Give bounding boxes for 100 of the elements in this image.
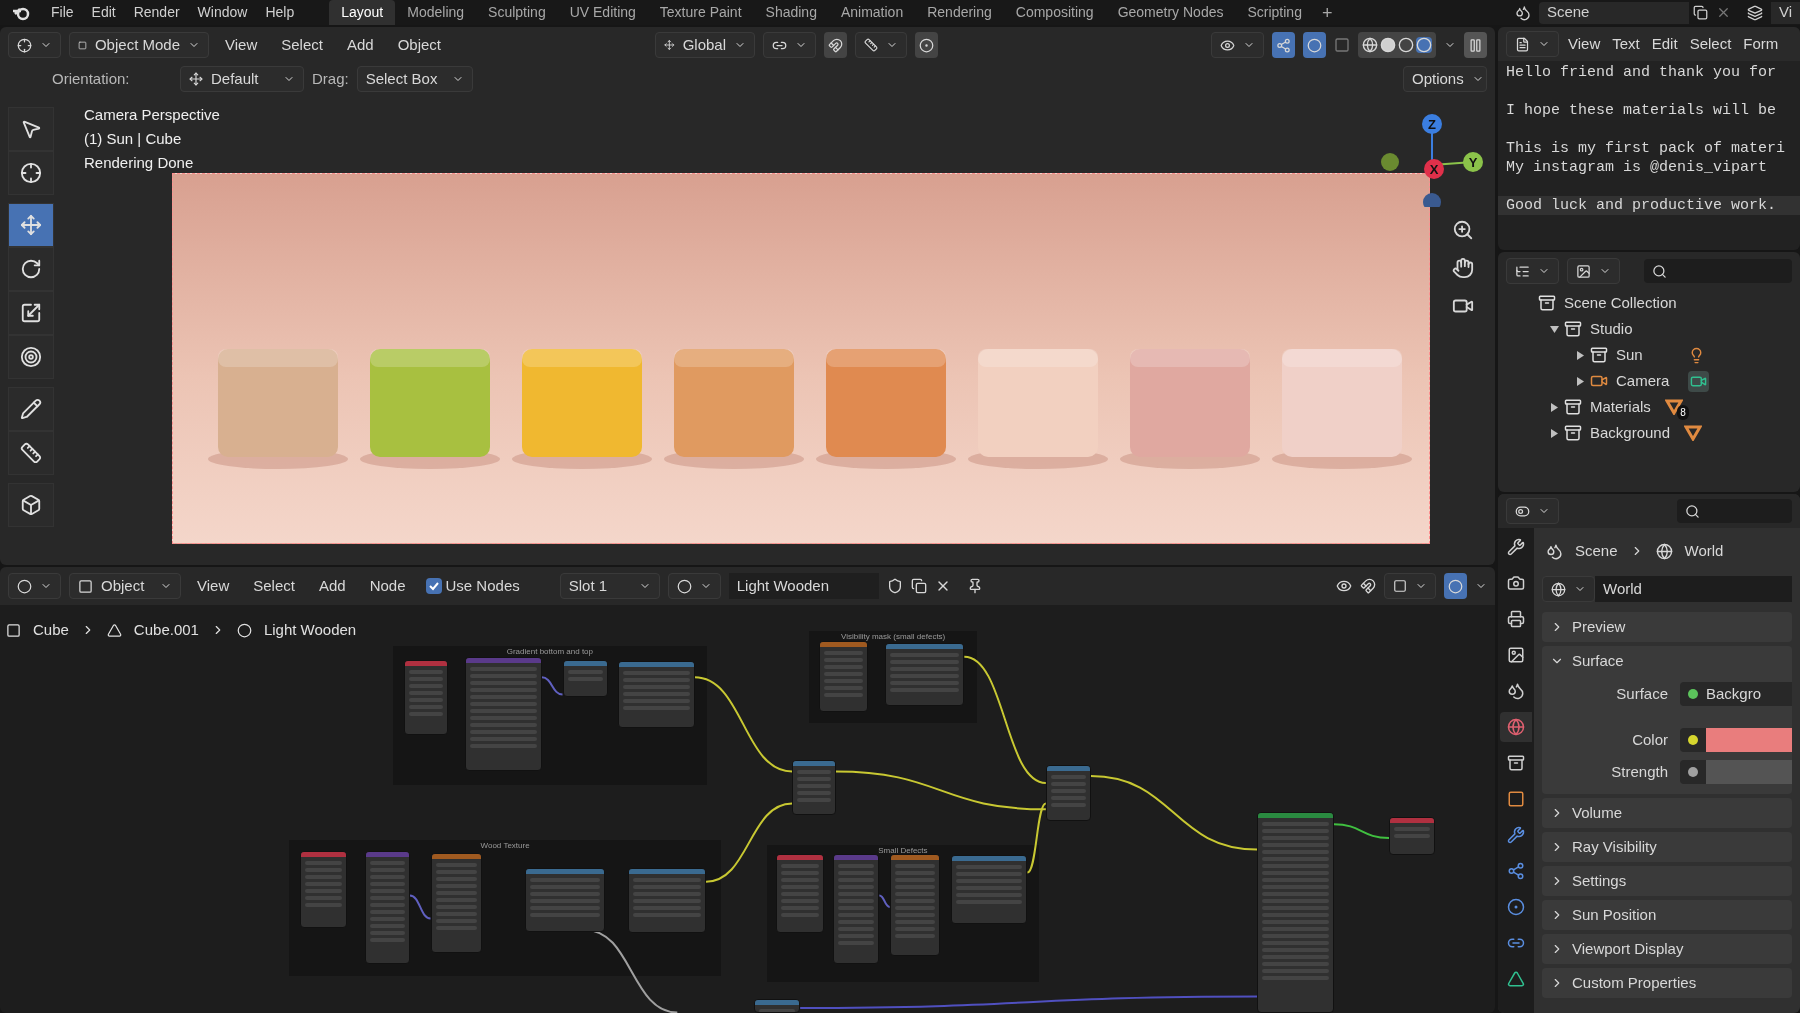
menu-item[interactable]: Edit <box>82 0 125 25</box>
search-field[interactable] <box>1677 499 1792 523</box>
tool-button[interactable] <box>8 431 54 475</box>
expand-arrow-icon[interactable] <box>1575 376 1585 386</box>
menu-item[interactable]: Help <box>256 0 304 25</box>
shading-group[interactable] <box>1358 32 1436 58</box>
outliner-item[interactable]: Background <box>1590 421 1685 445</box>
tool-button[interactable] <box>8 291 54 335</box>
tool-button[interactable] <box>8 483 54 527</box>
expand-arrow-icon[interactable] <box>1549 428 1559 438</box>
expand-arrow-icon[interactable] <box>1575 350 1585 360</box>
shader-node[interactable] <box>404 660 448 735</box>
xray-icon[interactable] <box>1334 37 1350 53</box>
pause-button[interactable] <box>1464 32 1487 58</box>
editor-type-button[interactable] <box>8 573 61 599</box>
axis-handle[interactable]: X <box>1424 159 1444 179</box>
copy-icon[interactable] <box>910 578 927 594</box>
outliner-item[interactable]: Sun <box>1616 343 1688 367</box>
number-field[interactable] <box>1706 760 1792 784</box>
tool-button[interactable] <box>8 107 54 151</box>
shader-node[interactable] <box>1257 811 1334 1013</box>
axis-handle[interactable] <box>1423 193 1441 207</box>
menu-item[interactable]: View <box>217 33 266 57</box>
axis-handle[interactable]: Y <box>1463 152 1483 172</box>
shader-node[interactable] <box>818 640 868 712</box>
outliner-item[interactable]: Materials <box>1590 395 1665 419</box>
menu-item[interactable]: Select <box>273 33 331 57</box>
shader-node[interactable] <box>627 867 706 934</box>
mode-dropdown[interactable]: Object Mode <box>69 32 209 58</box>
shader-node[interactable] <box>833 854 880 965</box>
menu-item[interactable]: Text <box>1609 32 1643 56</box>
shader-node[interactable] <box>562 660 609 697</box>
visibility-button[interactable] <box>1211 32 1264 58</box>
filter-button[interactable] <box>1567 258 1620 284</box>
workspace-tab[interactable]: Scripting <box>1235 0 1314 25</box>
panel-header[interactable]: Preview <box>1542 612 1792 642</box>
menu-item[interactable]: Window <box>188 0 257 25</box>
proportional-button[interactable] <box>915 32 938 58</box>
menu-item[interactable]: View <box>189 574 238 598</box>
snap-target-button[interactable] <box>855 32 907 58</box>
orientation-default-dropdown[interactable]: Default <box>180 66 304 92</box>
display-mode-button[interactable] <box>1506 258 1559 284</box>
scene-field[interactable]: Scene <box>1538 1 1689 24</box>
axis-handle[interactable] <box>1381 153 1399 171</box>
shader-node[interactable] <box>754 998 801 1013</box>
shader-node[interactable] <box>776 854 825 934</box>
workspace-tab[interactable]: Rendering <box>915 0 1004 25</box>
panel-header[interactable]: Custom Properties <box>1542 968 1792 998</box>
snap-button[interactable] <box>824 32 847 58</box>
shader-node[interactable] <box>1389 817 1435 856</box>
outliner-item[interactable]: Studio <box>1590 317 1662 341</box>
magnet-icon[interactable] <box>1360 578 1376 594</box>
shader-node[interactable] <box>464 656 542 772</box>
orientation-dropdown[interactable]: Global <box>655 32 755 58</box>
drag-dropdown[interactable]: Select Box <box>356 66 473 92</box>
axis-handle[interactable]: Z <box>1422 114 1442 134</box>
menu-item[interactable]: Node <box>361 574 414 598</box>
gizmo-button[interactable] <box>1272 32 1295 58</box>
snap-button[interactable] <box>1384 573 1436 599</box>
panel-header[interactable]: Ray Visibility <box>1542 832 1792 862</box>
workspace-tab[interactable]: Animation <box>828 0 916 25</box>
view-layer-field[interactable]: Vi <box>1770 1 1800 24</box>
scene-icon[interactable] <box>1514 4 1531 21</box>
zoom-icon[interactable] <box>1452 219 1474 241</box>
shield-icon[interactable] <box>886 578 903 594</box>
options-dropdown[interactable]: Options <box>1403 66 1487 92</box>
editor-type-button[interactable] <box>1506 498 1559 524</box>
shader-node[interactable] <box>617 661 695 728</box>
menu-item[interactable]: View <box>1565 32 1604 56</box>
world-browse-button[interactable] <box>1542 576 1595 602</box>
shader-node[interactable] <box>792 759 836 816</box>
world-name-field[interactable]: World <box>1595 576 1792 602</box>
workspace-tab[interactable]: Shading <box>753 0 829 25</box>
shader-node[interactable] <box>524 867 605 933</box>
outliner-item[interactable]: Scene Collection <box>1564 291 1691 315</box>
menu-item[interactable]: Add <box>338 33 382 57</box>
workspace-tab[interactable]: UV Editing <box>557 0 648 25</box>
workspace-tab[interactable]: Layout <box>329 0 396 25</box>
color-swatch[interactable] <box>1706 728 1792 752</box>
panel-header[interactable]: Settings <box>1542 866 1792 896</box>
tool-button[interactable] <box>8 203 54 247</box>
object-dropdown[interactable]: Object <box>69 573 181 599</box>
overlay-button[interactable] <box>1444 573 1467 599</box>
menu-item[interactable]: File <box>42 0 83 25</box>
material-browse-button[interactable] <box>667 573 721 599</box>
shader-node[interactable] <box>365 850 410 965</box>
tool-button[interactable] <box>8 335 54 379</box>
workspace-tab[interactable]: Geometry Nodes <box>1105 0 1236 25</box>
workspace-tab[interactable]: Modeling <box>395 0 477 25</box>
shader-node[interactable] <box>885 642 965 706</box>
menu-item[interactable]: Add <box>310 574 354 598</box>
tool-button[interactable] <box>8 247 54 291</box>
menu-item[interactable]: Select <box>1686 32 1735 56</box>
search-field[interactable] <box>1644 259 1792 283</box>
panel-header[interactable]: Volume <box>1542 798 1792 828</box>
copy-icon[interactable] <box>1692 5 1708 20</box>
add-workspace-button[interactable]: + <box>1313 0 1341 25</box>
hand-icon[interactable] <box>1452 257 1474 279</box>
menu-item[interactable]: Edit <box>1648 32 1681 56</box>
shader-node[interactable] <box>1045 764 1091 821</box>
